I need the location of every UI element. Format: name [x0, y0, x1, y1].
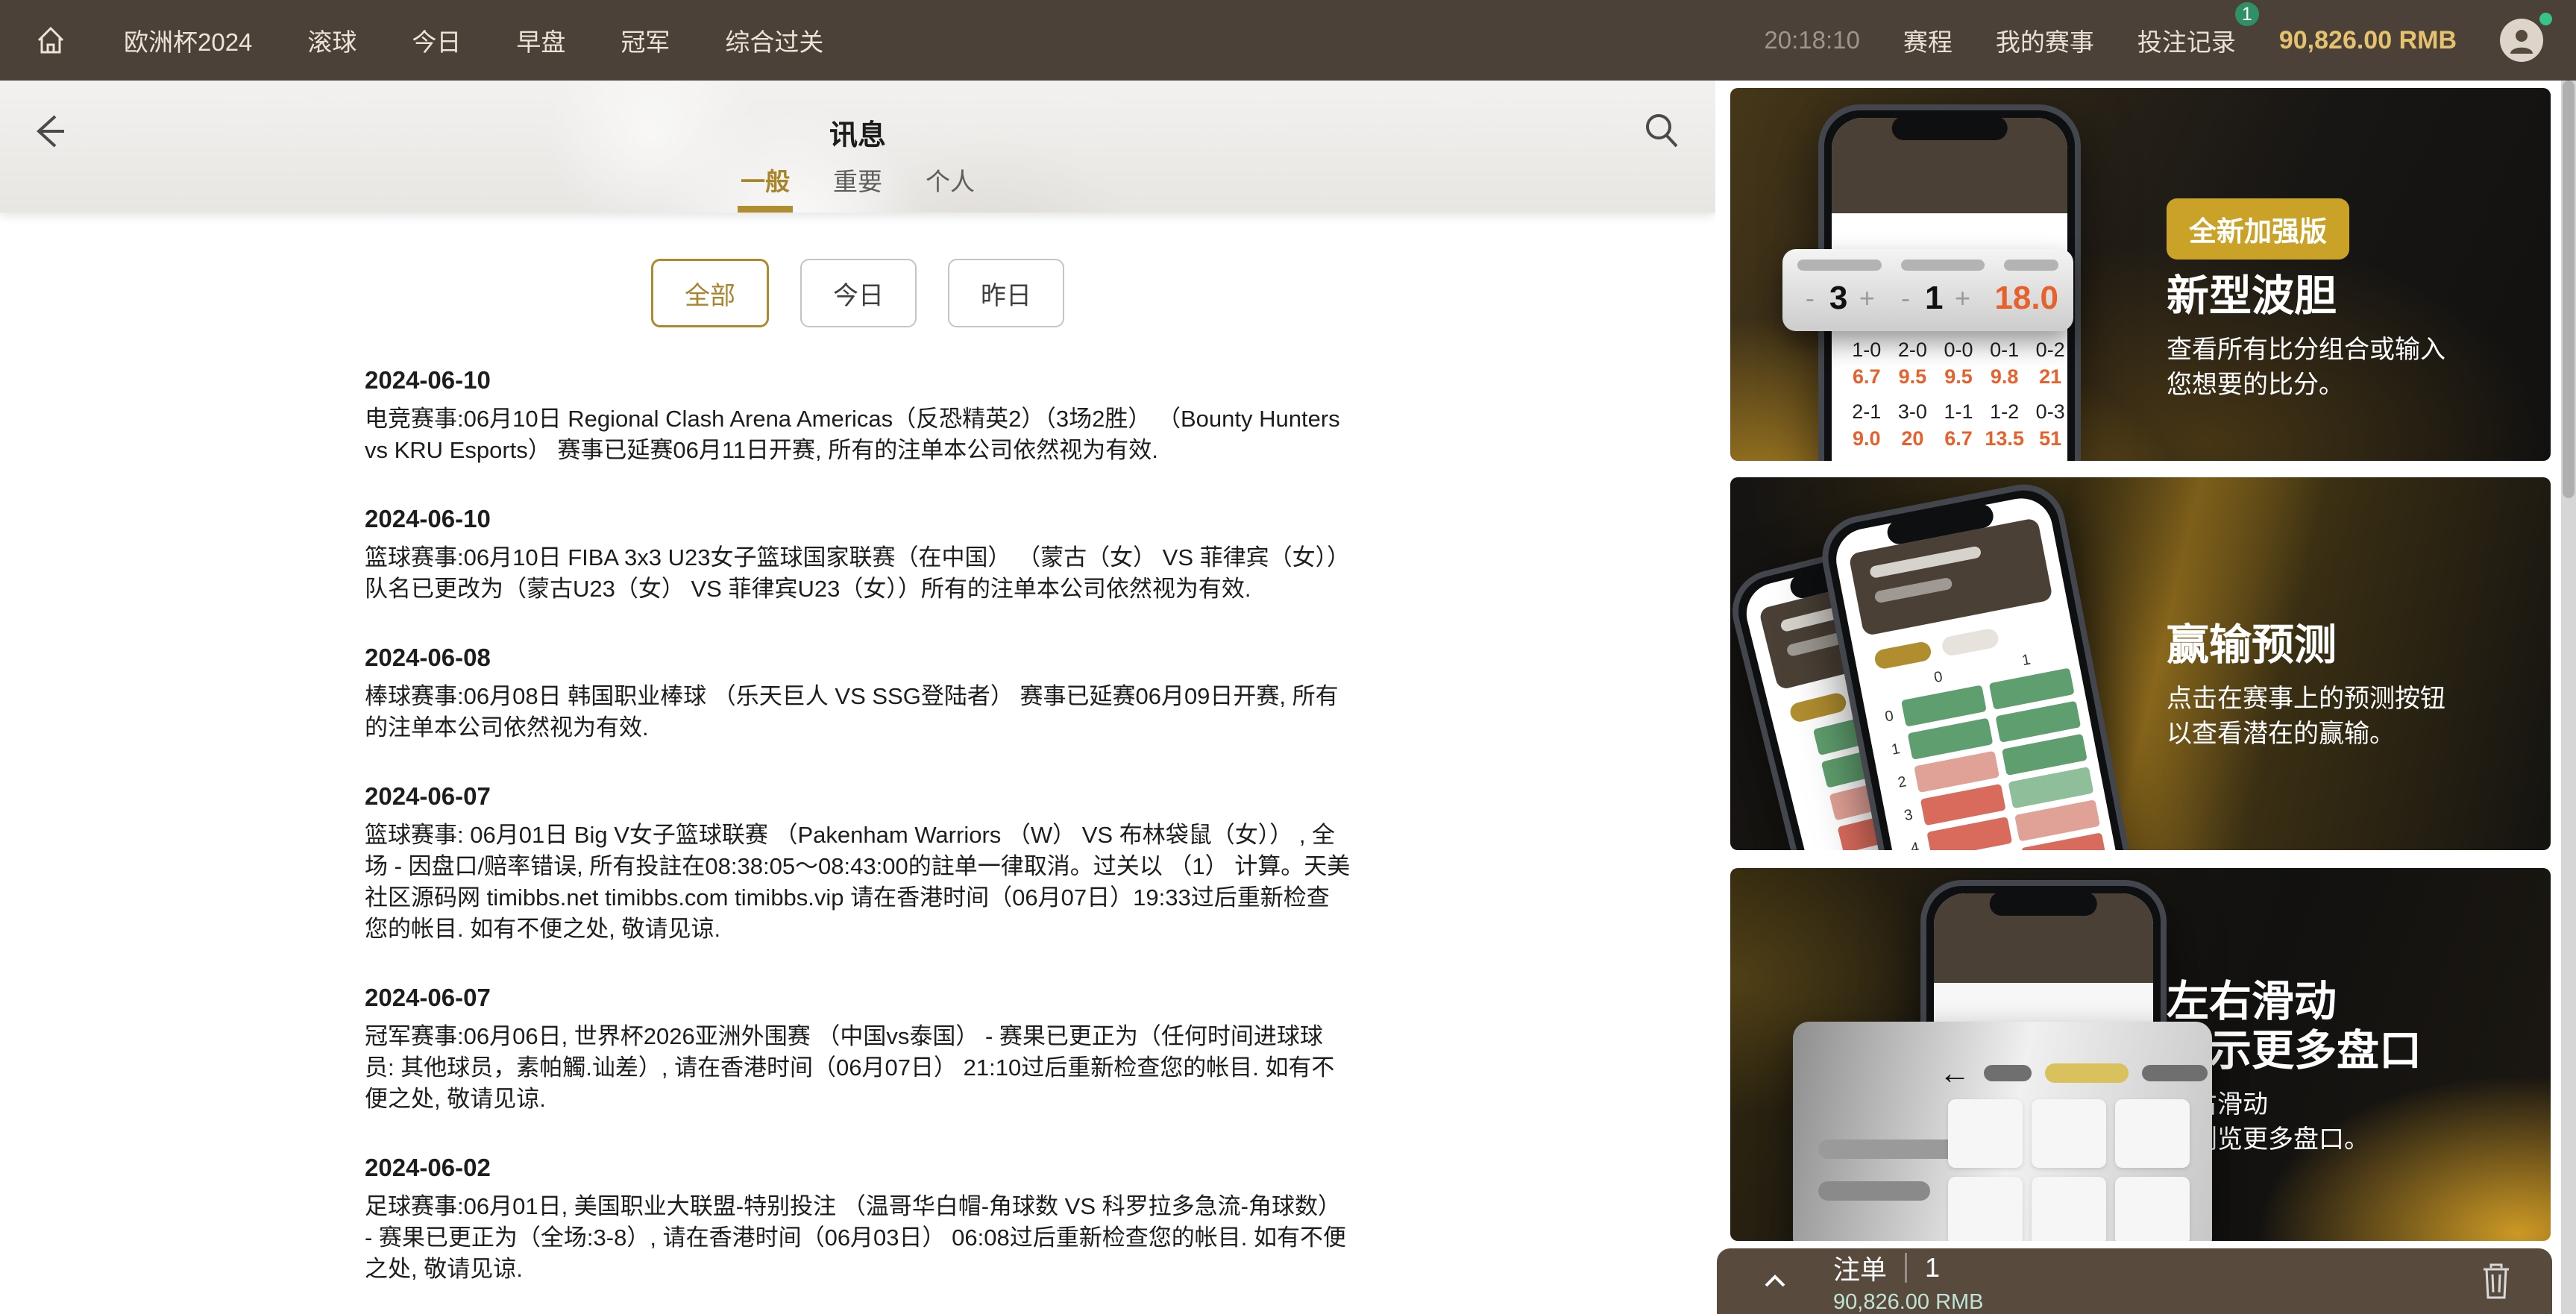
online-status-dot — [2539, 13, 2552, 25]
filter-all-button[interactable]: 全部 — [651, 259, 769, 327]
message-date: 2024-06-07 — [365, 984, 1351, 1012]
scrollbar-thumb[interactable] — [2563, 81, 2575, 498]
message-text: 冠军赛事:06月06日, 世界杯2026亚洲外围赛 （中国vs泰国） - 赛果已… — [365, 1021, 1351, 1115]
banner-desc-line: 您想要的比分。 — [2167, 368, 2445, 403]
banner-title: 新型波胆 — [2167, 271, 2445, 321]
betslip-label: 注单 — [1833, 1248, 1887, 1287]
messages-panel: 讯息 一般 重要 个人 全部 今日 昨日 2024-06-10 电竞赛事:06月… — [0, 81, 1715, 1314]
tab-general[interactable]: 一般 — [741, 162, 790, 213]
link-schedule[interactable]: 赛程 — [1903, 22, 1953, 58]
promo-banner-swipe-markets[interactable]: ← → 左右滑动 显示更多盘口 左右滑动 可浏览更多盘口。 — [1730, 868, 2551, 1241]
message-date: 2024-06-10 — [365, 505, 1351, 533]
page-title: 讯息 — [0, 112, 1715, 153]
nav-item-live[interactable]: 滚球 — [307, 22, 356, 58]
banner-desc-line: 以查看潜在的赢输。 — [2167, 717, 2445, 752]
messages-header: 讯息 一般 重要 个人 — [0, 81, 1715, 213]
message-text: 篮球赛事: 06月01日 Big V女子篮球联赛 （Pakenham Warri… — [365, 820, 1351, 945]
message-list: 2024-06-10 电竞赛事:06月10日 Regional Clash Ar… — [365, 366, 1351, 1314]
message-tabs: 一般 重要 个人 — [0, 162, 1715, 213]
picked-odds-value: 18.0 — [1994, 280, 2058, 317]
top-navigation-bar: 欧洲杯2024 滚球 今日 早盘 冠军 综合过关 20:18:10 赛程 我的赛… — [0, 0, 2576, 81]
banner-desc-line: 点击在赛事上的预测按钮 — [2167, 682, 2445, 717]
trash-icon[interactable] — [2479, 1262, 2513, 1301]
search-icon[interactable] — [1639, 107, 1687, 155]
arrow-left-icon: ← — [1939, 1057, 1970, 1089]
account-balance: 90,826.00 RMB — [2279, 26, 2457, 55]
link-bet-records[interactable]: 投注记录 1 — [2137, 22, 2236, 58]
account-avatar[interactable] — [2500, 19, 2543, 62]
message-date: 2024-06-10 — [365, 366, 1351, 394]
message-date: 2024-06-02 — [365, 1154, 1351, 1182]
promo-banner-win-loss-prediction[interactable]: 0 1 0 1 2 3 4 5 赢输预测 点击在赛事上的预测按钮 以查看潜在的赢… — [1730, 477, 2551, 850]
home-plus-button[interactable]: + — [1855, 283, 1880, 314]
home-icon[interactable] — [33, 22, 69, 58]
vertical-scrollbar[interactable] — [2561, 81, 2576, 1314]
clock-time: 20:18:10 — [1764, 26, 1859, 54]
tab-personal[interactable]: 个人 — [926, 162, 975, 213]
message-text: 篮球赛事:06月10日 FIBA 3x3 U23女子篮球国家联赛（在中国） （蒙… — [365, 542, 1351, 605]
bet-records-badge: 1 — [2233, 0, 2261, 28]
away-plus-button[interactable]: + — [1950, 283, 1976, 314]
tab-important[interactable]: 重要 — [833, 162, 882, 213]
home-score-value: 3 — [1823, 280, 1855, 317]
arrow-right-icon: → — [2221, 1057, 2252, 1089]
message-text: 足球赛事:06月01日, 美国职业大联盟-特别投注 （温哥华白帽-角球数 VS … — [365, 1191, 1351, 1285]
home-minus-button[interactable]: - — [1797, 283, 1823, 314]
swipe-card: ← → — [1793, 1022, 2212, 1241]
banner-title: 赢输预测 — [2167, 620, 2445, 670]
promo-sidebar: - 3 + - 1 + 18.0 1-06.7 2-09.5 0-09.5 0-… — [1715, 81, 2576, 1314]
away-score-value: 1 — [1918, 280, 1950, 317]
banner-badge: 全新加强版 — [2167, 198, 2349, 260]
nav-item-outright[interactable]: 冠军 — [621, 22, 670, 58]
filter-today-button[interactable]: 今日 — [800, 259, 917, 327]
message-date: 2024-06-08 — [365, 644, 1351, 672]
message-text: 棒球赛事:06月08日 韩国职业棒球 （乐天巨人 VS SSG登陆者） 赛事已延… — [365, 681, 1351, 744]
score-picker-card: - 3 + - 1 + 18.0 — [1782, 249, 2073, 331]
promo-banner-correct-score[interactable]: - 3 + - 1 + 18.0 1-06.7 2-09.5 0-09.5 0-… — [1730, 88, 2551, 461]
link-my-events[interactable]: 我的赛事 — [1996, 22, 2094, 58]
score-odds-grid: 1-06.7 2-09.5 0-09.5 0-19.8 0-221 2-19.0… — [1847, 339, 2070, 461]
nav-item-eurocup[interactable]: 欧洲杯2024 — [124, 22, 252, 58]
betslip-bar[interactable]: 注单 1 90,826.00 RMB — [1717, 1248, 2552, 1314]
away-minus-button[interactable]: - — [1893, 283, 1918, 314]
banner-title-line: 左右滑动 — [2167, 977, 2422, 1026]
nav-item-today[interactable]: 今日 — [412, 22, 461, 58]
message-date: 2024-06-07 — [365, 782, 1351, 811]
nav-item-parlay[interactable]: 综合过关 — [725, 22, 823, 58]
betslip-summary: 注单 1 90,826.00 RMB — [1833, 1248, 1984, 1314]
date-filter-group: 全部 今日 昨日 — [0, 259, 1715, 327]
betslip-balance: 90,826.00 RMB — [1833, 1290, 1984, 1314]
chevron-up-icon[interactable] — [1759, 1265, 1791, 1298]
banner-desc-line: 查看所有比分组合或输入 — [2167, 333, 2445, 368]
filter-yesterday-button[interactable]: 昨日 — [948, 259, 1064, 327]
betslip-count: 1 — [1925, 1252, 1940, 1283]
nav-item-early[interactable]: 早盘 — [516, 22, 565, 58]
message-text: 电竞赛事:06月10日 Regional Clash Arena America… — [365, 403, 1351, 466]
